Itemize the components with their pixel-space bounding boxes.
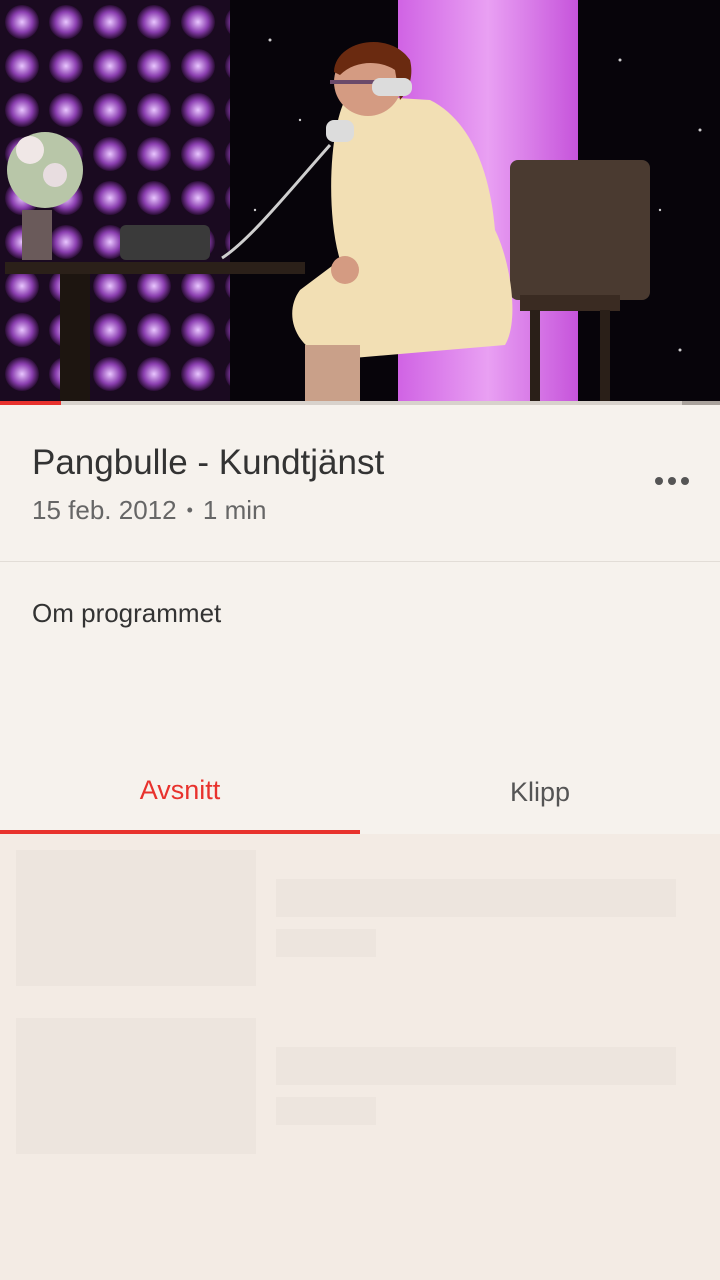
episode-title: Pangbulle - Kundtjänst [32, 443, 385, 482]
video-player[interactable] [0, 0, 720, 401]
more-horizontal-icon [655, 477, 689, 485]
about-program-link[interactable]: Om programmet [32, 598, 221, 629]
more-options-button[interactable] [648, 461, 696, 501]
video-frame [0, 0, 720, 401]
episode-list [0, 834, 720, 1280]
meta-placeholder [276, 1097, 376, 1125]
tab-avsnitt[interactable]: Avsnitt [0, 750, 360, 834]
list-item-placeholder [16, 850, 704, 986]
episode-duration: 1 min [202, 495, 267, 525]
meta-separator: • [186, 500, 193, 520]
title-placeholder [276, 879, 676, 917]
list-item-placeholder [16, 1018, 704, 1154]
thumbnail-placeholder [16, 850, 256, 986]
tab-klipp[interactable]: Klipp [360, 750, 720, 834]
episode-meta: 15 feb. 2012 • 1 min [32, 495, 266, 526]
content-tabs: Avsnitt Klipp [0, 750, 720, 834]
episode-info: Pangbulle - Kundtjänst 15 feb. 2012 • 1 … [0, 405, 720, 562]
thumbnail-placeholder [16, 1018, 256, 1154]
title-placeholder [276, 1047, 676, 1085]
meta-placeholder [276, 929, 376, 957]
episode-date: 15 feb. 2012 [32, 495, 177, 525]
